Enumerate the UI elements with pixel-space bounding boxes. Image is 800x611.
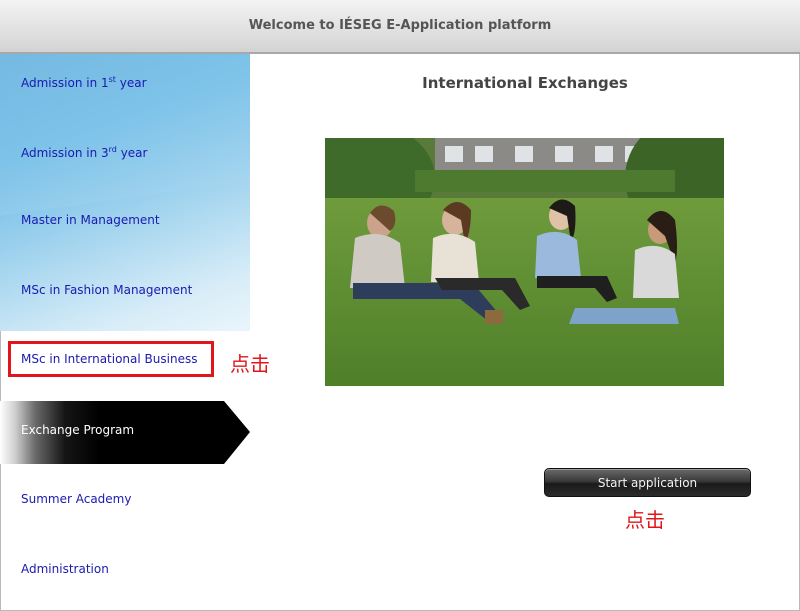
click-annotation-1: 点击 (230, 352, 270, 376)
sidebar-item-master-in-management[interactable]: Master in Management (21, 213, 160, 227)
sidebar-item-admission-1st-year[interactable]: Admission in 1st year (21, 75, 147, 90)
sidebar-item-summer-academy[interactable]: Summer Academy (21, 492, 131, 506)
sidebar-item-label: Admission in 1 (21, 76, 109, 90)
sidebar-item-exchange-program-label: Exchange Program (21, 423, 135, 437)
page-title: International Exchanges (422, 74, 628, 92)
start-application-button[interactable]: Start application (544, 468, 751, 497)
sidebar-item-administration[interactable]: Administration (21, 562, 109, 576)
click-annotation-2: 点击 (625, 508, 665, 532)
page-header-title: Welcome to IÉSEG E-Application platform (248, 18, 552, 33)
sidebar-item-admission-3rd-year[interactable]: Admission in 3rd year (21, 145, 147, 160)
sidebar-item-label-suffix: year (116, 146, 148, 160)
sidebar-item-msc-international-business[interactable]: MSc in International Business (21, 352, 197, 366)
header-bar: Welcome to IÉSEG E-Application platform (0, 0, 800, 54)
sidebar-item-sup: st (108, 75, 116, 84)
sidebar-item-sup: rd (108, 145, 117, 154)
sidebar-item-msc-fashion-management[interactable]: MSc in Fashion Management (21, 283, 192, 297)
sidebar-item-label-suffix: year (115, 76, 147, 90)
students-photo (325, 138, 724, 386)
students-photo-illustration (325, 138, 724, 386)
sidebar-item-label: Admission in 3 (21, 146, 109, 160)
